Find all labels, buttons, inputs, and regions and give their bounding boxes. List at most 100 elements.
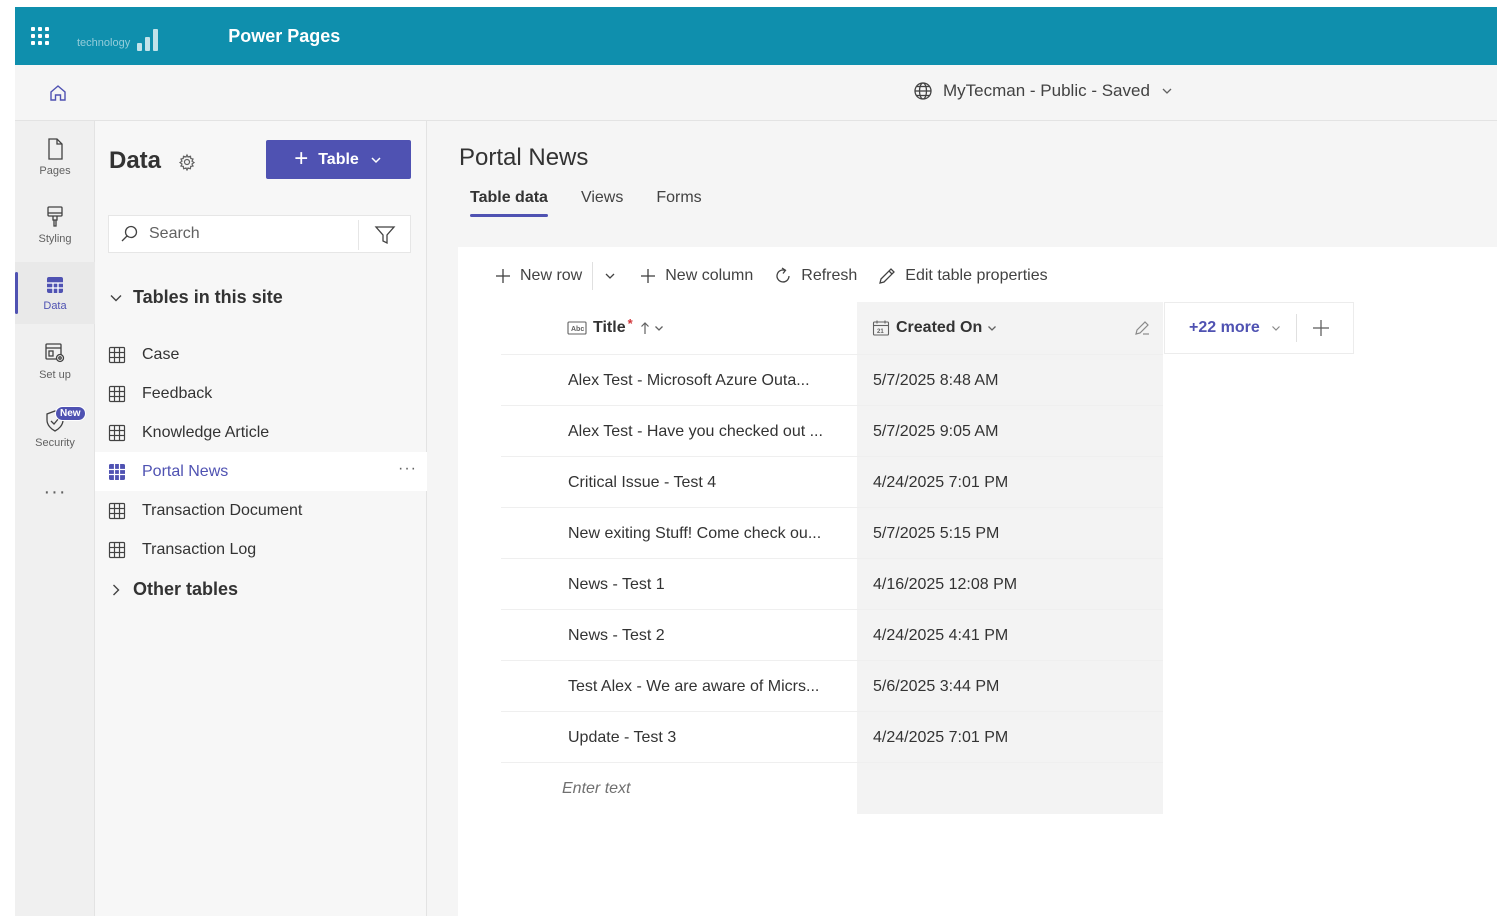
column-header-title[interactable]: Abc Title *	[567, 302, 665, 354]
more-columns-button[interactable]: +22 more	[1189, 319, 1260, 337]
more-options-icon[interactable]: ···	[15, 481, 95, 504]
home-button[interactable]	[45, 80, 71, 106]
edit-table-properties-label: Edit table properties	[905, 267, 1048, 284]
search-icon	[121, 225, 138, 242]
created-on-cell[interactable]: 5/7/2025 9:05 AM	[873, 406, 998, 457]
table-row[interactable]: News - Test 1 4/16/2025 12:08 PM	[501, 558, 1163, 609]
refresh-button[interactable]: Refresh	[773, 266, 857, 286]
title-cell[interactable]: News - Test 1	[568, 559, 665, 610]
required-mark: *	[627, 316, 633, 331]
table-item-portal-news[interactable]: Portal News ···	[95, 452, 427, 491]
svg-text:Abc: Abc	[571, 326, 584, 333]
more-columns-header: +22 more	[1164, 302, 1354, 354]
title-cell[interactable]: News - Test 2	[568, 610, 665, 661]
edit-table-properties-button[interactable]: Edit table properties	[877, 266, 1048, 286]
table-search-box	[108, 215, 411, 253]
add-table-button[interactable]: + Table	[266, 140, 411, 179]
pencil-icon	[879, 268, 896, 284]
table-item-label: Transaction Log	[142, 540, 257, 558]
created-on-cell[interactable]: 5/6/2025 3:44 PM	[873, 661, 999, 712]
logo-text: technology	[77, 37, 131, 49]
main-content: Portal News Table data Views Forms New r…	[427, 121, 1497, 916]
table-row[interactable]: New exiting Stuff! Come check ou... 5/7/…	[501, 507, 1163, 558]
table-icon	[108, 502, 126, 519]
new-row-button[interactable]: New row	[494, 267, 582, 285]
table-row[interactable]: Alex Test - Microsoft Azure Outa... 5/7/…	[501, 354, 1163, 405]
table-icon	[108, 385, 126, 402]
more-options-icon[interactable]: ···	[398, 460, 417, 478]
new-row[interactable]: Enter text	[501, 762, 1163, 813]
plus-icon	[496, 269, 510, 283]
add-table-label: Table	[318, 150, 359, 168]
divider	[592, 262, 594, 290]
created-on-cell[interactable]: 5/7/2025 8:48 AM	[873, 355, 998, 406]
section-title: Other tables	[133, 579, 239, 599]
page-icon	[48, 138, 63, 160]
created-on-cell[interactable]: 4/24/2025 4:41 PM	[873, 610, 1008, 661]
title-cell[interactable]: Alex Test - Microsoft Azure Outa...	[568, 355, 810, 406]
new-column-button[interactable]: New column	[639, 267, 753, 285]
tab-forms[interactable]: Forms	[656, 189, 701, 217]
tab-views[interactable]: Views	[581, 189, 623, 217]
title-cell[interactable]: New exiting Stuff! Come check ou...	[568, 508, 821, 559]
created-on-cell[interactable]: 4/16/2025 12:08 PM	[873, 559, 1017, 610]
other-tables-toggle[interactable]: Other tables	[109, 579, 238, 600]
table-icon	[108, 424, 126, 441]
rail-item-pages[interactable]: Pages	[15, 126, 95, 188]
tables-in-site-toggle[interactable]: Tables in this site	[109, 287, 283, 308]
table-data-pane: New row New column Refresh Edit table pr…	[458, 247, 1497, 916]
rail-item-styling[interactable]: Styling	[15, 194, 95, 256]
table-row[interactable]: Update - Test 3 4/24/2025 7:01 PM	[501, 711, 1163, 762]
created-on-header-label: Created On	[896, 319, 983, 336]
rail-label: Security	[35, 437, 75, 449]
title-header-label: Title	[593, 319, 626, 336]
chevron-down-icon	[1271, 326, 1280, 331]
new-row-dropdown-button[interactable]	[603, 269, 617, 283]
table-row[interactable]: Critical Issue - Test 4 4/24/2025 7:01 P…	[501, 456, 1163, 507]
rail-item-data[interactable]: Data	[15, 262, 95, 324]
add-column-icon[interactable]	[1311, 318, 1331, 338]
table-row[interactable]: Alex Test - Have you checked out ... 5/7…	[501, 405, 1163, 456]
title-cell[interactable]: Test Alex - We are aware of Micrs...	[568, 661, 819, 712]
globe-icon	[914, 82, 932, 100]
table-item-feedback[interactable]: Feedback	[95, 374, 427, 413]
app-title: Power Pages	[228, 25, 341, 46]
filter-button[interactable]	[358, 220, 410, 250]
rail-item-setup[interactable]: Set up	[15, 330, 95, 392]
title-cell[interactable]: Alex Test - Have you checked out ...	[568, 406, 823, 457]
table-icon	[108, 346, 126, 363]
table-item-transaction-document[interactable]: Transaction Document	[95, 491, 427, 530]
rail-item-security[interactable]: New Security	[15, 398, 95, 460]
new-row-label: New row	[520, 267, 583, 284]
table-icon	[47, 277, 63, 293]
title-cell[interactable]: Update - Test 3	[568, 712, 676, 763]
left-nav-rail: Pages Styling Data Set up New Security ·…	[15, 121, 95, 916]
new-column-label: New column	[665, 267, 754, 284]
search-input[interactable]	[149, 225, 349, 243]
site-selector[interactable]: MyTecman - Public - Saved	[913, 81, 1174, 101]
table-item-knowledge-article[interactable]: Knowledge Article	[95, 413, 427, 452]
edit-column-icon[interactable]	[1133, 319, 1151, 337]
panel-title: Data	[109, 147, 162, 174]
table-item-case[interactable]: Case	[95, 335, 427, 374]
gear-icon[interactable]	[178, 153, 196, 171]
divider	[1295, 314, 1297, 342]
paintbrush-icon	[47, 206, 63, 227]
table-item-label: Transaction Document	[142, 501, 303, 519]
new-row-input[interactable]: Enter text	[562, 763, 630, 814]
tab-table-data[interactable]: Table data	[470, 189, 548, 217]
created-on-cell[interactable]: 5/7/2025 5:15 PM	[873, 508, 999, 559]
column-header-created-on[interactable]: 21 Created On	[872, 302, 998, 354]
created-on-cell[interactable]: 4/24/2025 7:01 PM	[873, 712, 1008, 763]
chevron-down-icon	[654, 326, 663, 331]
refresh-label: Refresh	[801, 267, 858, 284]
table-row[interactable]: Test Alex - We are aware of Micrs... 5/6…	[501, 660, 1163, 711]
app-launcher-button[interactable]	[15, 7, 65, 65]
chevron-right-icon	[113, 584, 120, 595]
created-on-cell[interactable]: 4/24/2025 7:01 PM	[873, 457, 1008, 508]
table-row[interactable]: News - Test 2 4/24/2025 4:41 PM	[501, 609, 1163, 660]
filter-icon	[374, 226, 395, 245]
table-item-transaction-log[interactable]: Transaction Log	[95, 530, 427, 569]
title-cell[interactable]: Critical Issue - Test 4	[568, 457, 716, 508]
chevron-down-icon	[110, 294, 122, 301]
